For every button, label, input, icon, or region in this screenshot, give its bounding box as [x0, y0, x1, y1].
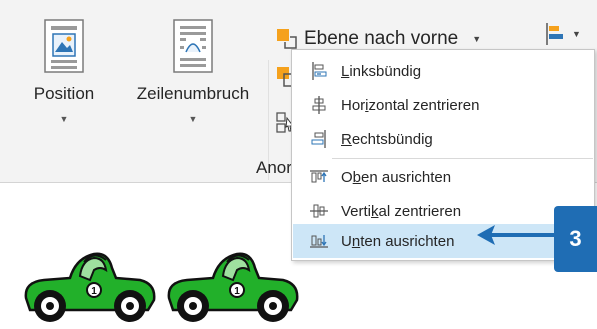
chevron-down-icon: ▼ [59, 114, 69, 124]
position-label: Position [33, 84, 95, 103]
wrap-text-button[interactable]: Zeilenumbruch ▼ [118, 18, 268, 124]
menu-separator [332, 158, 593, 159]
menu-item-label: Linksbündig [341, 62, 422, 80]
menu-item-label: Oben ausrichten [341, 168, 452, 186]
align-right-icon [307, 129, 331, 149]
menu-item-align-center[interactable]: Horizontal zentrieren [293, 88, 593, 122]
race-car-icon: 1 [167, 252, 299, 322]
wrap-text-label: Zeilenumbruch [136, 84, 250, 103]
align-center-horizontal-icon [307, 95, 331, 115]
bring-forward-icon [277, 29, 297, 49]
menu-item-label: Unten ausrichten [341, 232, 455, 250]
callout-arrow-icon [477, 225, 557, 245]
align-icon [546, 23, 563, 45]
position-button[interactable]: Position ▼ [20, 18, 108, 124]
menu-item-align-top[interactable]: Oben ausrichten [293, 160, 593, 194]
align-button[interactable]: ▼ [544, 22, 581, 46]
bring-forward-label: Ebene nach vorne [304, 28, 459, 49]
wrap-text-icon [173, 19, 213, 73]
align-left-icon [307, 61, 331, 81]
race-car-icon: 1 [24, 252, 156, 322]
menu-item-align-left[interactable]: Linksbündig [293, 54, 593, 88]
svg-text:1: 1 [234, 286, 240, 297]
svg-text:1: 1 [91, 286, 97, 297]
align-middle-vertical-icon [307, 201, 331, 221]
menu-item-label: Horizontal zentrieren [341, 96, 480, 114]
step-badge: 3 [554, 206, 597, 272]
align-top-icon [307, 167, 331, 187]
align-bottom-icon [307, 231, 331, 251]
position-icon [44, 19, 84, 73]
chevron-down-icon: ▼ [572, 29, 581, 39]
group-label-arrange: Anor [256, 158, 292, 177]
chevron-down-icon[interactable]: ▼ [472, 34, 481, 44]
menu-item-label: Vertikal zentrieren [341, 202, 462, 220]
menu-item-align-right[interactable]: Rechtsbündig [293, 122, 593, 156]
menu-item-label: Rechtsbündig [341, 130, 433, 148]
chevron-down-icon: ▼ [188, 114, 198, 124]
